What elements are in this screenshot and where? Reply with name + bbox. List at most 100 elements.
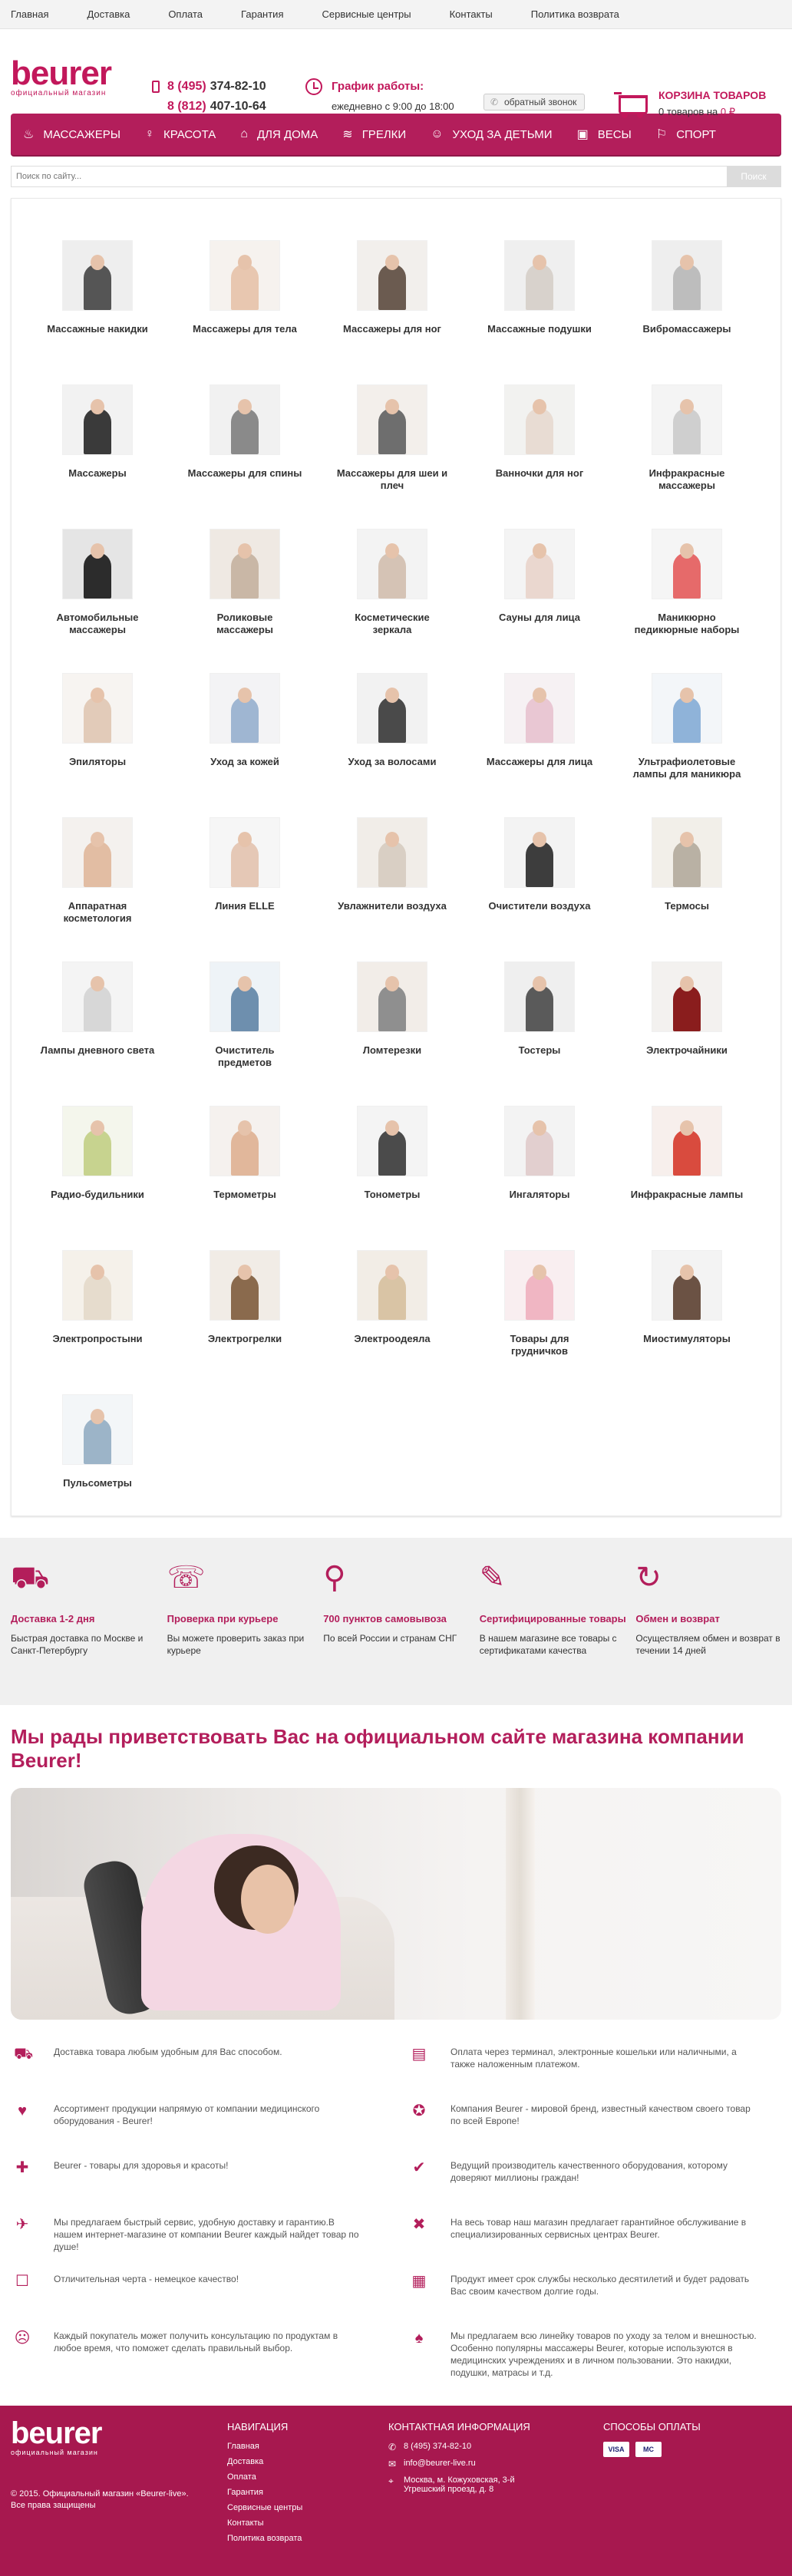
category-label[interactable]: Электропростыни xyxy=(40,1333,155,1345)
category-label[interactable]: Лампы дневного света xyxy=(40,1044,155,1057)
category-label[interactable]: Увлажнители воздуха xyxy=(335,900,450,912)
category-image[interactable] xyxy=(62,1250,133,1321)
category-label[interactable]: Массажеры для тела xyxy=(187,323,302,335)
category-image[interactable] xyxy=(210,817,280,888)
category-image[interactable] xyxy=(357,384,427,455)
category-item[interactable]: Тостеры xyxy=(466,961,613,1106)
category-item[interactable]: Массажеры для ног xyxy=(318,240,466,384)
category-label[interactable]: Уход за волосами xyxy=(335,756,450,768)
category-label[interactable]: Термометры xyxy=(187,1189,302,1201)
category-label[interactable]: Радио-будильники xyxy=(40,1189,155,1201)
category-item[interactable]: Маникюрно педикюрные наборы xyxy=(613,529,761,673)
footer-link[interactable]: Политика возврата xyxy=(227,2534,302,2543)
category-image[interactable] xyxy=(652,817,722,888)
category-item[interactable]: Ванночки для ног xyxy=(466,384,613,529)
category-image[interactable] xyxy=(652,240,722,311)
phone-moscow[interactable]: 8 (495) 374-82-10 xyxy=(152,80,266,94)
category-item[interactable]: Миостимуляторы xyxy=(613,1250,761,1394)
category-label[interactable]: Электроодеяла xyxy=(335,1333,450,1345)
category-label[interactable]: Линия ELLE xyxy=(187,900,302,912)
category-item[interactable]: Эпиляторы xyxy=(24,673,171,817)
category-item[interactable]: Массажеры для шеи и плеч xyxy=(318,384,466,529)
category-label[interactable]: Массажные подушки xyxy=(482,323,597,335)
search-input[interactable] xyxy=(12,167,727,186)
footer-link[interactable]: Гарантия xyxy=(227,2488,302,2497)
phone-spb[interactable]: 8 (812) 407-10-64 xyxy=(152,100,266,114)
category-image[interactable] xyxy=(210,1250,280,1321)
category-item[interactable]: Линия ELLE xyxy=(171,817,318,961)
footer-link[interactable]: Доставка xyxy=(227,2457,302,2466)
category-label[interactable]: Пульсометры xyxy=(40,1477,155,1489)
category-image[interactable] xyxy=(210,1106,280,1176)
category-item[interactable]: Радио-будильники xyxy=(24,1106,171,1250)
category-image[interactable] xyxy=(210,673,280,744)
category-label[interactable]: Термосы xyxy=(629,900,744,912)
category-label[interactable]: Массажеры для лица xyxy=(482,756,597,768)
category-item[interactable]: Массажеры xyxy=(24,384,171,529)
category-item[interactable]: Увлажнители воздуха xyxy=(318,817,466,961)
category-label[interactable]: Товары для грудничков xyxy=(482,1333,597,1357)
category-item[interactable]: Вибромассажеры xyxy=(613,240,761,384)
category-label[interactable]: Электрочайники xyxy=(629,1044,744,1057)
category-label[interactable]: Массажеры xyxy=(40,467,155,480)
category-item[interactable]: Термосы xyxy=(613,817,761,961)
category-image[interactable] xyxy=(62,1106,133,1176)
category-image[interactable] xyxy=(62,817,133,888)
top-nav-warranty[interactable]: Гарантия xyxy=(241,8,283,20)
category-label[interactable]: Маникюрно педикюрные наборы xyxy=(629,612,744,636)
footer-link[interactable]: Контакты xyxy=(227,2518,302,2528)
category-image[interactable] xyxy=(62,961,133,1032)
nav-heaters[interactable]: ≋ ГРЕЛКИ xyxy=(330,114,418,155)
category-image[interactable] xyxy=(62,673,133,744)
category-image[interactable] xyxy=(62,384,133,455)
category-label[interactable]: Тостеры xyxy=(482,1044,597,1057)
category-image[interactable] xyxy=(504,1106,575,1176)
category-image[interactable] xyxy=(357,240,427,311)
category-label[interactable]: Ванночки для ног xyxy=(482,467,597,480)
category-image[interactable] xyxy=(504,817,575,888)
category-item[interactable]: Ингаляторы xyxy=(466,1106,613,1250)
category-image[interactable] xyxy=(357,673,427,744)
category-item[interactable]: Очиститель предметов xyxy=(171,961,318,1106)
category-image[interactable] xyxy=(652,673,722,744)
category-label[interactable]: Очиститель предметов xyxy=(187,1044,302,1069)
category-label[interactable]: Вибромассажеры xyxy=(629,323,744,335)
cart[interactable]: КОРЗИНА ТОВАРОВ 0 товаров на 0 ₽ xyxy=(614,89,766,118)
search-button[interactable]: Поиск xyxy=(727,167,780,186)
nav-sport[interactable]: ⚐ СПОРТ xyxy=(644,114,728,155)
category-item[interactable]: Массажные накидки xyxy=(24,240,171,384)
category-label[interactable]: Инфракрасные лампы xyxy=(629,1189,744,1201)
nav-scales[interactable]: ▣ ВЕСЫ xyxy=(565,114,644,155)
category-item[interactable]: Тонометры xyxy=(318,1106,466,1250)
category-item[interactable]: Электроодеяла xyxy=(318,1250,466,1394)
category-item[interactable]: Массажные подушки xyxy=(466,240,613,384)
category-image[interactable] xyxy=(357,1250,427,1321)
category-label[interactable]: Ультрафиолетовые лампы для маникюра xyxy=(629,756,744,780)
category-label[interactable]: Уход за кожей xyxy=(187,756,302,768)
category-image[interactable] xyxy=(652,1250,722,1321)
category-label[interactable]: Инфракрасные массажеры xyxy=(629,467,744,492)
top-nav-payment[interactable]: Оплата xyxy=(168,8,203,20)
category-item[interactable]: Электрочайники xyxy=(613,961,761,1106)
top-nav-delivery[interactable]: Доставка xyxy=(87,8,130,20)
nav-childcare[interactable]: ☺ УХОД ЗА ДЕТЬМИ xyxy=(418,114,564,155)
nav-home[interactable]: ⌂ ДЛЯ ДОМА xyxy=(228,114,330,155)
category-image[interactable] xyxy=(652,529,722,599)
category-item[interactable]: Лампы дневного света xyxy=(24,961,171,1106)
category-image[interactable] xyxy=(210,529,280,599)
category-label[interactable]: Тонометры xyxy=(335,1189,450,1201)
footer-link[interactable]: Главная xyxy=(227,2442,302,2451)
footer-logo[interactable]: beurer официальный магазин xyxy=(11,2418,102,2456)
category-item[interactable]: Электропростыни xyxy=(24,1250,171,1394)
category-image[interactable] xyxy=(504,240,575,311)
category-label[interactable]: Сауны для лица xyxy=(482,612,597,624)
category-image[interactable] xyxy=(62,1394,133,1465)
category-item[interactable]: Уход за волосами xyxy=(318,673,466,817)
category-item[interactable]: Массажеры для тела xyxy=(171,240,318,384)
category-image[interactable] xyxy=(652,961,722,1032)
category-item[interactable]: Очистители воздуха xyxy=(466,817,613,961)
category-item[interactable]: Роликовые массажеры xyxy=(171,529,318,673)
category-image[interactable] xyxy=(357,529,427,599)
footer-link[interactable]: Сервисные центры xyxy=(227,2503,302,2512)
category-item[interactable]: Косметические зеркала xyxy=(318,529,466,673)
